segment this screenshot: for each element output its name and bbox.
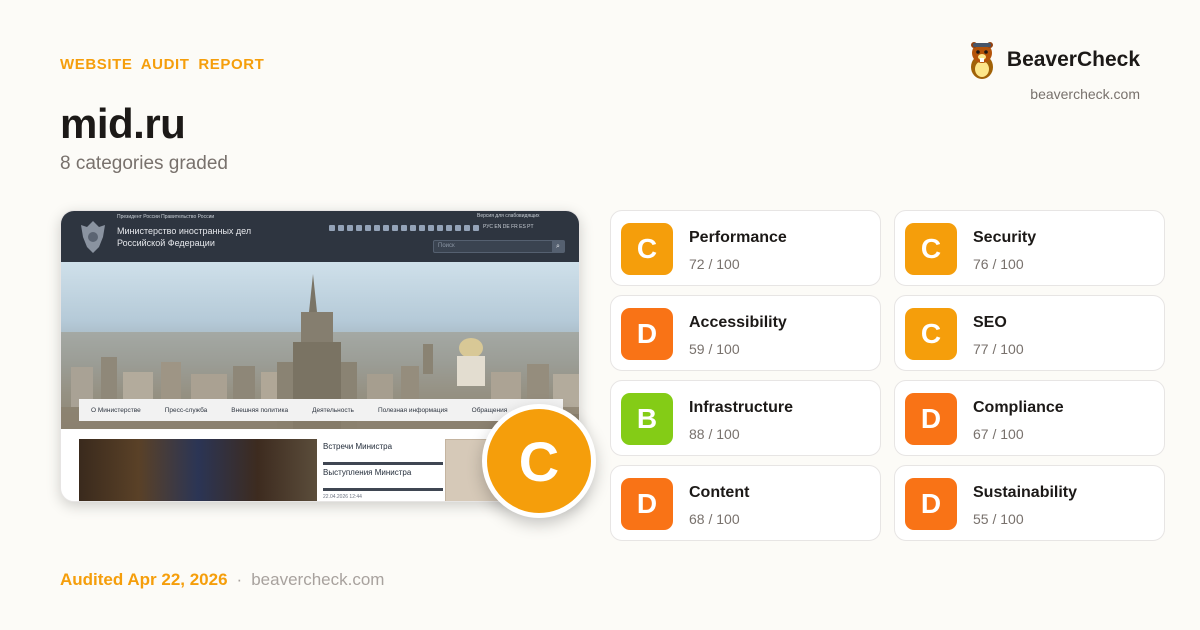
screenshot-accessibility-toggle: Версия для слабовидящих [477, 213, 540, 219]
categories-count: 8 categories graded [60, 153, 228, 174]
brand: BeaverCheck beavercheck.com [967, 40, 1140, 102]
category-name: Compliance [973, 399, 1064, 416]
category-name: SEO [973, 314, 1007, 331]
category-card-compliance: D Compliance 67 / 100 [894, 380, 1165, 456]
report-eyebrow: WEBSITE AUDIT REPORT [60, 56, 265, 73]
grade-badge: D [621, 478, 673, 530]
coat-of-arms-icon [81, 221, 105, 253]
category-name: Performance [689, 229, 787, 246]
category-score: 55 / 100 [973, 511, 1024, 527]
category-score: 59 / 100 [689, 341, 740, 357]
category-name: Sustainability [973, 484, 1078, 501]
grade-badge: D [905, 393, 957, 445]
search-icon: ⌕ [552, 241, 564, 252]
grade-badge: D [905, 478, 957, 530]
category-score: 77 / 100 [973, 341, 1024, 357]
category-card-infrastructure: B Infrastructure 88 / 100 [610, 380, 881, 456]
category-card-sustainability: D Sustainability 55 / 100 [894, 465, 1165, 541]
grade-badge: C [905, 308, 957, 360]
category-card-performance: C Performance 72 / 100 [610, 210, 881, 286]
screenshot-search: Поиск ⌕ [433, 240, 565, 253]
screenshot-languages: РУС EN DE FR ES PT [483, 224, 534, 230]
category-card-accessibility: D Accessibility 59 / 100 [610, 295, 881, 371]
screenshot-header: Президент России Правительство России Ми… [61, 211, 579, 262]
category-card-security: C Security 76 / 100 [894, 210, 1165, 286]
category-name: Infrastructure [689, 399, 794, 416]
category-card-seo: C SEO 77 / 100 [894, 295, 1165, 371]
brand-url[interactable]: beavercheck.com [967, 86, 1140, 102]
screenshot-org-name: Министерство иностранных дел Российской … [117, 226, 252, 248]
category-name: Security [973, 229, 1037, 246]
screenshot-social-icons [329, 225, 479, 231]
category-score: 72 / 100 [689, 256, 740, 272]
overall-grade-badge: C [482, 404, 596, 518]
category-score: 88 / 100 [689, 426, 740, 442]
footer-url[interactable]: beavercheck.com [251, 570, 384, 590]
category-name: Accessibility [689, 314, 787, 331]
category-name: Content [689, 484, 750, 501]
grade-badge: C [621, 223, 673, 275]
screenshot-nav: О Министерстве Пресс-служба Внешняя поли… [79, 399, 563, 421]
audit-date: Audited Apr 22, 2026 [60, 570, 228, 589]
category-score: 67 / 100 [973, 426, 1024, 442]
grade-badge: D [621, 308, 673, 360]
grade-badge: C [905, 223, 957, 275]
category-score: 68 / 100 [689, 511, 740, 527]
footer-separator: · [236, 570, 243, 589]
site-title: mid.ru [60, 100, 186, 147]
category-card-content: D Content 68 / 100 [610, 465, 881, 541]
grade-badge: B [621, 393, 673, 445]
screenshot-top-links: Президент России Правительство России [117, 214, 215, 220]
screenshot-news-photo [79, 439, 317, 501]
screenshot-news-list: Встречи Министра Выступления Министра 22… [323, 439, 443, 500]
footer: Audited Apr 22, 2026 · beavercheck.com [60, 570, 384, 590]
beaver-logo-icon [970, 42, 993, 79]
category-score: 76 / 100 [973, 256, 1024, 272]
brand-name: BeaverCheck [1006, 48, 1140, 71]
